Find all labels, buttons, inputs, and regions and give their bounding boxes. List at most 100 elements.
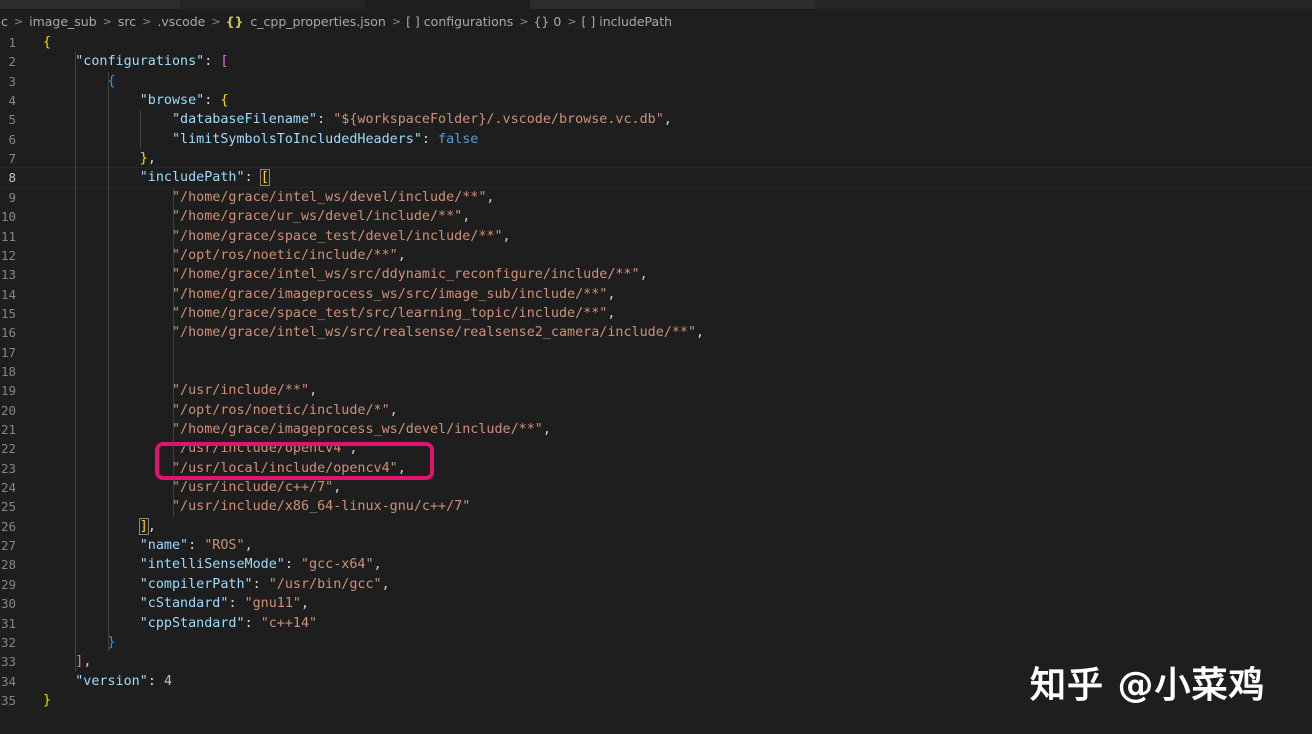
code-token: "cppStandard" [139, 615, 245, 631]
code-line[interactable]: 18 [0, 362, 1312, 381]
breadcrumb-item[interactable]: .vscode [156, 14, 206, 29]
breadcrumb-item[interactable]: c_cpp_properties.json [249, 14, 386, 29]
code-token: : [284, 557, 301, 573]
line-number: 35 [0, 692, 16, 708]
code-token: { [43, 35, 52, 50]
code-line[interactable]: 2 "configurations": [ [0, 52, 1312, 71]
line-number: 22 [0, 441, 16, 457]
code-line[interactable]: 27 "name": "ROS", [0, 536, 1312, 555]
code-line[interactable]: 11 "/home/grace/space_test/devel/include… [0, 227, 1312, 246]
code-text: "/opt/ros/noetic/include/**", [43, 246, 406, 265]
code-line[interactable]: 28 "intelliSenseMode": "gcc-x64", [0, 555, 1312, 574]
code-text: "/home/grace/imageprocess_ws/devel/inclu… [43, 420, 551, 439]
code-token: "configurations" [75, 54, 205, 70]
line-number: 5 [8, 112, 16, 128]
code-text: "version": 4 [43, 672, 172, 691]
code-line[interactable]: 1{ [0, 33, 1312, 52]
code-line[interactable]: 3 { [0, 72, 1312, 91]
vscode-editor-window: c > image_sub > src > .vscode > {} c_cpp_properti… [0, 0, 1312, 734]
code-token: "/home/grace/imageprocess_ws/src/image_s… [172, 286, 608, 302]
code-token: "/usr/bin/gcc" [268, 576, 382, 592]
code-line[interactable]: 12 "/opt/ros/noetic/include/**", [0, 246, 1312, 265]
code-token: : [252, 576, 269, 592]
line-number: 12 [0, 247, 16, 263]
line-number: 1 [8, 35, 16, 50]
code-token: , [83, 654, 92, 670]
code-line[interactable]: 19 "/usr/include/**", [0, 381, 1312, 400]
code-line[interactable]: 26 ], [0, 517, 1312, 536]
code-line[interactable]: 25 "/usr/include/x86_64-linux-gnu/c++/7" [0, 497, 1312, 516]
code-text: } [43, 691, 51, 710]
line-number: 6 [8, 131, 16, 147]
code-token: , [502, 228, 511, 244]
code-line[interactable]: 9 "/home/grace/intel_ws/devel/include/**… [0, 188, 1312, 207]
code-token: "${workspaceFolder}/.vscode/browse.vc.db… [333, 112, 664, 128]
breadcrumb-item[interactable]: configurations [423, 14, 514, 29]
code-token: "/home/grace/space_test/src/learning_top… [172, 305, 608, 321]
active-editor-tab[interactable] [365, 0, 530, 9]
editor-tab[interactable] [530, 0, 815, 9]
code-text: "includePath": [ [43, 168, 270, 187]
code-text: "/usr/include/**", [43, 381, 317, 400]
line-number: 32 [0, 634, 16, 650]
breadcrumb-item[interactable]: includePath [598, 14, 673, 29]
code-text: "compilerPath": "/usr/bin/gcc", [43, 575, 390, 594]
code-line[interactable]: 30 "cStandard": "gnu11", [0, 594, 1312, 613]
code-text: }, [43, 149, 156, 168]
breadcrumb-item[interactable]: image_sub [28, 14, 98, 29]
code-line[interactable]: 20 "/opt/ros/noetic/include/*", [0, 401, 1312, 420]
breadcrumb-item[interactable]: src [117, 14, 137, 29]
code-line[interactable]: 32 } [0, 633, 1312, 652]
code-token: "/home/grace/space_test/devel/include/**… [172, 228, 503, 244]
line-number: 10 [0, 209, 16, 225]
breadcrumb-item[interactable]: 0 [552, 14, 562, 29]
breadcrumb-separator-icon: > [211, 14, 221, 28]
code-line[interactable]: 21 "/home/grace/imageprocess_ws/devel/in… [0, 420, 1312, 439]
tab-bar [0, 0, 1312, 9]
line-number: 31 [0, 615, 16, 631]
line-number: 17 [0, 344, 16, 360]
breadcrumb-separator-icon: > [567, 14, 577, 28]
code-line[interactable]: 14 "/home/grace/imageprocess_ws/src/imag… [0, 285, 1312, 304]
breadcrumb: c > image_sub > src > .vscode > {} c_cpp_properti… [0, 10, 1312, 32]
code-token: "/home/grace/intel_ws/devel/include/**" [172, 189, 487, 205]
code-line[interactable]: 15 "/home/grace/space_test/src/learning_… [0, 304, 1312, 323]
code-token: "ROS" [204, 538, 245, 554]
code-token: , [309, 383, 318, 399]
code-line[interactable]: 6 "limitSymbolsToIncludedHeaders": false [0, 130, 1312, 149]
line-number: 8 [8, 170, 16, 186]
code-token: "browse" [139, 93, 205, 109]
code-text: "/home/grace/intel_ws/src/ddynamic_recon… [43, 265, 648, 284]
code-line[interactable]: 17 [0, 343, 1312, 362]
code-line[interactable]: 31 "cppStandard": "c++14" [0, 614, 1312, 633]
code-line[interactable]: 13 "/home/grace/intel_ws/src/ddynamic_re… [0, 265, 1312, 284]
code-token: , [301, 596, 310, 612]
code-line[interactable]: 29 "compilerPath": "/usr/bin/gcc", [0, 575, 1312, 594]
code-token: "name" [139, 538, 189, 554]
line-number: 27 [0, 538, 16, 554]
editor-tab[interactable] [0, 0, 180, 9]
code-line[interactable]: 10 "/home/grace/ur_ws/devel/include/**", [0, 207, 1312, 226]
code-line[interactable]: 7 }, [0, 149, 1312, 168]
breadcrumb-item[interactable]: c [0, 14, 9, 29]
code-token: "compilerPath" [139, 576, 253, 592]
code-line[interactable]: 16 "/home/grace/intel_ws/src/realsense/r… [0, 323, 1312, 342]
code-line[interactable]: 4 "browse": { [0, 91, 1312, 110]
code-editor[interactable]: 1{2 "configurations": [3 {4 "browse": {5… [0, 33, 1312, 734]
code-line[interactable]: 8 "includePath": [ [0, 167, 1312, 189]
code-token: "intelliSenseMode" [139, 557, 285, 573]
code-line[interactable]: 5 "databaseFilename": "${workspaceFolder… [0, 110, 1312, 129]
line-number: 21 [0, 422, 16, 437]
code-token: "/home/grace/intel_ws/src/realsense/real… [172, 325, 697, 341]
line-number: 14 [0, 286, 16, 302]
code-token: : [244, 170, 261, 186]
line-number: 25 [0, 499, 16, 515]
code-line[interactable]: 24 "/usr/include/c++/7", [0, 478, 1312, 497]
line-number: 26 [0, 518, 16, 534]
